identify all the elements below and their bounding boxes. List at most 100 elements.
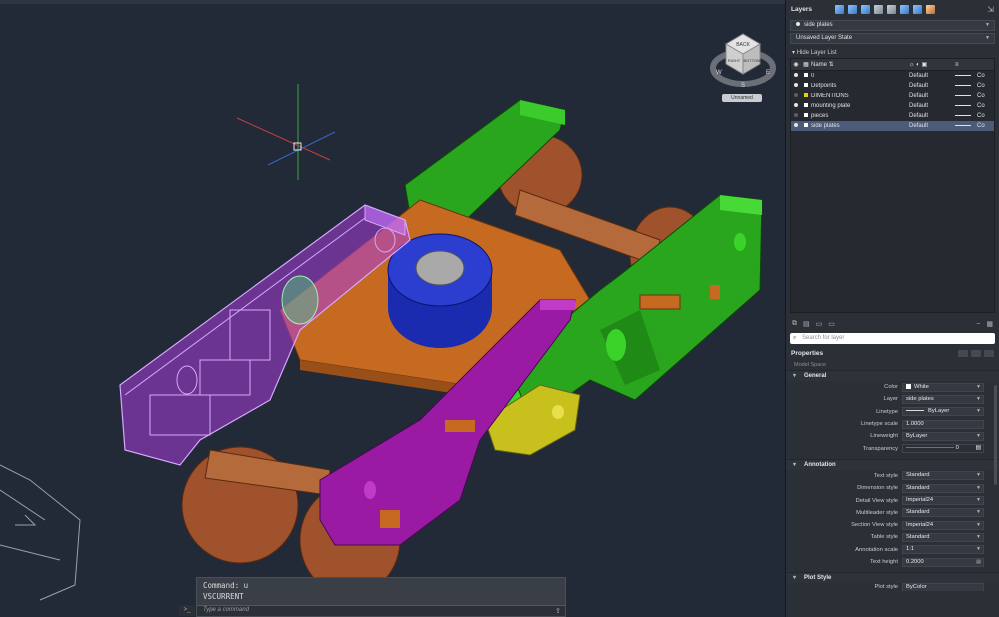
layer-state-select[interactable]: Unsaved Layer State ▼ [790, 33, 995, 44]
annotation-scale-select[interactable]: 1:1 ▼ [902, 545, 984, 555]
layer-row[interactable]: DIMENTIONS Default Co [791, 91, 994, 101]
layer-search-input[interactable]: ⌕ Search for layer [790, 333, 995, 344]
delete-layer-icon[interactable] [861, 4, 870, 14]
text-height-input[interactable]: 0.2000 ▤ [902, 557, 984, 567]
layers-title: Layers [791, 5, 812, 13]
lock-icon[interactable]: ☼ ◐ ▣ [909, 61, 955, 68]
plot-style-section-header[interactable]: Plot Style [786, 572, 999, 584]
quick-select-icon[interactable] [971, 349, 981, 357]
property-row-layer: Layer side plates ▼ [786, 393, 999, 405]
upload-icon[interactable]: ⇪ [555, 607, 561, 615]
layer-color-swatch[interactable] [804, 93, 808, 97]
folder-icon[interactable]: ▭ [816, 320, 823, 328]
layer-linetype: Default [909, 103, 929, 109]
viewcube-face-left[interactable]: RIGHT [728, 58, 741, 63]
folder-new-icon[interactable]: ▭ [828, 320, 835, 328]
viewcube[interactable]: BACK RIGHT BOTTOM W S E [708, 22, 778, 92]
layer-row[interactable]: pieces Default Co [791, 111, 994, 121]
grid-icon[interactable]: ▦ [986, 320, 993, 328]
layer-color-swatch[interactable] [804, 73, 808, 77]
command-history-line: Command: u [203, 581, 249, 590]
layer-linetype: Default [909, 93, 929, 99]
layer-search-placeholder: Search for layer [802, 335, 845, 341]
command-prompt-icon[interactable]: >_ [179, 605, 195, 616]
layer-on-icon[interactable] [794, 123, 798, 127]
ucs-crosshair [236, 84, 336, 180]
layer-color-swatch[interactable] [804, 83, 808, 87]
compass-e[interactable]: E [766, 70, 770, 76]
layer-on-icon[interactable] [794, 83, 798, 87]
property-row: Dimension style Standard ▼ [786, 482, 999, 494]
dimension-style-select[interactable]: Standard ▼ [902, 483, 984, 493]
layer-linetype: Default [909, 123, 929, 129]
layer-linetype: Default [909, 73, 929, 79]
new-layer-icon[interactable] [835, 4, 844, 14]
layers-properties-palette: Layers ⇲ side plates ▼ Unsaved Layer Stat… [785, 0, 999, 617]
set-current-icon[interactable] [874, 4, 883, 14]
hide-layer-list-toggle[interactable]: ▾ Hide Layer List [786, 46, 999, 58]
model-viewport[interactable]: BACK RIGHT BOTTOM W S E Unnamed Command:… [0, 0, 785, 617]
transparency-slider[interactable]: 0 ▤ [902, 444, 984, 454]
compass-s[interactable]: S [741, 83, 745, 89]
viewcube-face-top[interactable]: BACK [736, 42, 750, 48]
annotation-section-header[interactable]: Annotation [786, 458, 999, 471]
layer-color-swatch[interactable] [804, 123, 808, 127]
layer-select[interactable]: side plates ▼ [902, 394, 984, 404]
group-filter-icon[interactable]: ▤ [803, 320, 810, 328]
eye-icon[interactable]: ◉ [791, 61, 801, 68]
command-line[interactable]: Command: u VSCURRENT >_ Type a command ⇪ [179, 577, 566, 617]
select-all-icon[interactable] [958, 349, 968, 357]
layer-off-icon[interactable] [794, 113, 798, 117]
layer-filter-icon[interactable] [900, 4, 909, 14]
linetype-select[interactable]: ByLayer ▼ [902, 407, 984, 417]
chevron-down-icon: ▼ [985, 35, 990, 41]
layer-name: side plates [811, 123, 840, 129]
layer-name: DIMENTIONS [811, 93, 849, 99]
layer-on-icon[interactable] [794, 103, 798, 107]
layer-off-icon[interactable] [794, 93, 798, 97]
layer-group-icon[interactable] [913, 4, 922, 14]
detail-view-style-select[interactable]: Imperial24 ▼ [902, 496, 984, 506]
layer-row[interactable]: Defpoints Default Co [791, 81, 994, 91]
layer-states-icon[interactable] [887, 4, 896, 14]
layer-color-swatch[interactable] [804, 113, 808, 117]
text-style-select[interactable]: Standard ▼ [902, 471, 984, 481]
lineweight-select[interactable]: ByLayer ▼ [902, 431, 984, 441]
property-row: Detail View style Imperial24 ▼ [786, 494, 999, 506]
property-row: Table style Standard ▼ [786, 531, 999, 543]
layer-on-icon[interactable] [794, 73, 798, 77]
color-select[interactable]: White ▼ [902, 382, 984, 392]
section-view-style-select[interactable]: Imperial24 ▼ [902, 520, 984, 530]
export-icon[interactable]: ⇲ [987, 5, 994, 14]
sketch-lines [0, 464, 81, 601]
property-row: Text style Standard ▼ [786, 470, 999, 482]
layer-name: pieces [811, 113, 829, 119]
command-input[interactable]: Type a command ⇪ [197, 605, 565, 616]
current-layer-select[interactable]: side plates ▼ [790, 20, 995, 31]
property-row: Plot style ByColor [786, 583, 999, 592]
viewcube-face-right[interactable]: BOTTOM [743, 58, 760, 63]
property-row-ltscale: Linetype scale 1.0000 [786, 418, 999, 430]
new-layer-vp-icon[interactable] [848, 4, 857, 14]
layer-row-selected[interactable]: side plates Default Co [791, 121, 994, 131]
lines-column-header[interactable]: ≡ [955, 62, 977, 68]
layer-settings-icon[interactable] [926, 4, 935, 14]
layer-row[interactable]: 0 Default Co [791, 71, 994, 81]
current-layer-value: side plates [804, 22, 833, 28]
layer-row[interactable]: mounting plate Default Co [791, 101, 994, 111]
plot-style-select[interactable]: ByColor [902, 583, 984, 592]
linetype-scale-input[interactable]: 1.0000 [902, 419, 984, 429]
pickadd-icon[interactable] [984, 349, 994, 357]
filter-icon[interactable]: ⧉ [792, 320, 797, 328]
general-section-header[interactable]: General [786, 370, 999, 382]
properties-scrollbar[interactable] [994, 385, 997, 485]
color-column-icon[interactable]: ▦ [801, 61, 811, 68]
compass-w[interactable]: W [716, 70, 722, 76]
multileader-style-select[interactable]: Standard ▼ [902, 508, 984, 518]
table-style-select[interactable]: Standard ▼ [902, 532, 984, 542]
minus-icon[interactable]: − [976, 321, 980, 328]
layer-linetype: Default [909, 113, 929, 119]
layer-color-swatch[interactable] [804, 103, 808, 107]
ucs-menu-button[interactable]: Unnamed [722, 94, 762, 102]
name-column-header[interactable]: Name ⇅ [811, 61, 909, 68]
